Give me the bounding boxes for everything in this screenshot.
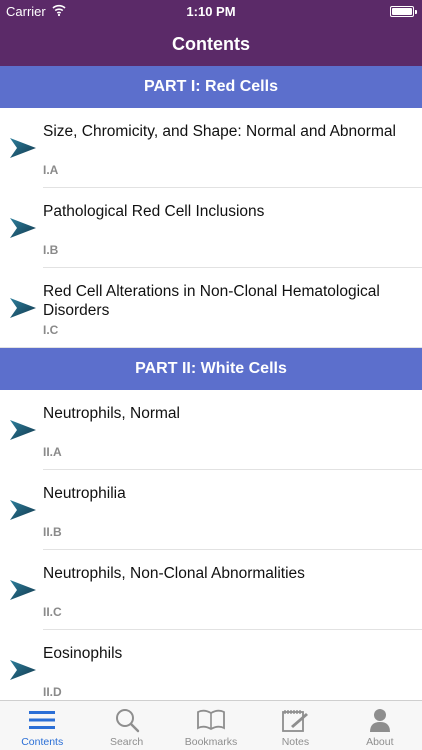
status-time: 1:10 PM: [186, 4, 236, 19]
book-icon: [197, 709, 225, 731]
chevron-arrow-icon: [10, 298, 36, 318]
item-code: I.C: [43, 323, 59, 337]
item-code: II.A: [43, 445, 62, 459]
item-code: II.B: [43, 525, 62, 539]
notes-icon: [282, 710, 309, 732]
item-title: Neutrophils, Normal: [43, 405, 180, 422]
item-code: I.B: [43, 243, 59, 257]
item-title: Eosinophils: [43, 645, 123, 662]
list-item[interactable]: Eosinophils II.D: [0, 630, 422, 700]
tab-contents[interactable]: Contents: [0, 701, 84, 750]
list-item[interactable]: Pathological Red Cell Inclusions I.B: [0, 188, 422, 268]
item-title: Size, Chromicity, and Shape: Normal and …: [43, 123, 396, 140]
chevron-arrow-icon: [10, 138, 36, 158]
item-code: II.C: [43, 605, 62, 619]
item-code: I.A: [43, 163, 59, 177]
tab-label: Search: [109, 736, 144, 748]
tab-label: Notes: [281, 736, 310, 748]
tab-notes[interactable]: Notes: [253, 701, 337, 750]
list-item[interactable]: Neutrophilia II.B: [0, 470, 422, 550]
chevron-arrow-icon: [10, 660, 36, 680]
list-item[interactable]: Neutrophils, Non-Clonal Abnormalities II…: [0, 550, 422, 630]
item-code: II.D: [43, 685, 62, 699]
item-title: Neutrophils, Non-Clonal Abnormalities: [43, 565, 305, 582]
navigation-bar: Carrier 1:10 PM Contents: [0, 0, 422, 66]
list-item[interactable]: Red Cell Alterations in Non-Clonal Hemat…: [0, 268, 422, 348]
status-bar: Carrier 1:10 PM: [0, 0, 422, 22]
chevron-arrow-icon: [10, 218, 36, 238]
section-header-part-1: PART I: Red Cells: [0, 66, 422, 108]
tab-bar: Contents Search Bookmarks Notes About: [0, 700, 422, 750]
contents-list[interactable]: PART I: Red Cells Size, Chromicity, and …: [0, 66, 422, 700]
tab-search[interactable]: Search: [84, 701, 168, 750]
tab-bookmarks[interactable]: Bookmarks: [169, 701, 253, 750]
list-item[interactable]: Neutrophils, Normal II.A: [0, 390, 422, 470]
tab-label: About: [366, 736, 394, 748]
list-icon: [29, 711, 56, 729]
battery-icon: [390, 6, 417, 17]
section-header-part-2: PART II: White Cells: [0, 348, 422, 390]
item-title: Pathological Red Cell Inclusions: [43, 203, 265, 220]
tab-about[interactable]: About: [338, 701, 422, 750]
list-item[interactable]: Size, Chromicity, and Shape: Normal and …: [0, 108, 422, 188]
person-icon: [369, 709, 390, 732]
tab-label: Contents: [21, 736, 64, 748]
tab-label: Bookmarks: [184, 736, 238, 748]
item-title: Neutrophilia: [43, 485, 126, 502]
page-title: Contents: [172, 34, 250, 54]
chevron-arrow-icon: [10, 500, 36, 520]
chevron-arrow-icon: [10, 580, 36, 600]
chevron-arrow-icon: [10, 420, 36, 440]
item-title: Red Cell Alterations in Non-Clonal Hemat…: [43, 283, 380, 319]
search-icon: [115, 709, 139, 733]
